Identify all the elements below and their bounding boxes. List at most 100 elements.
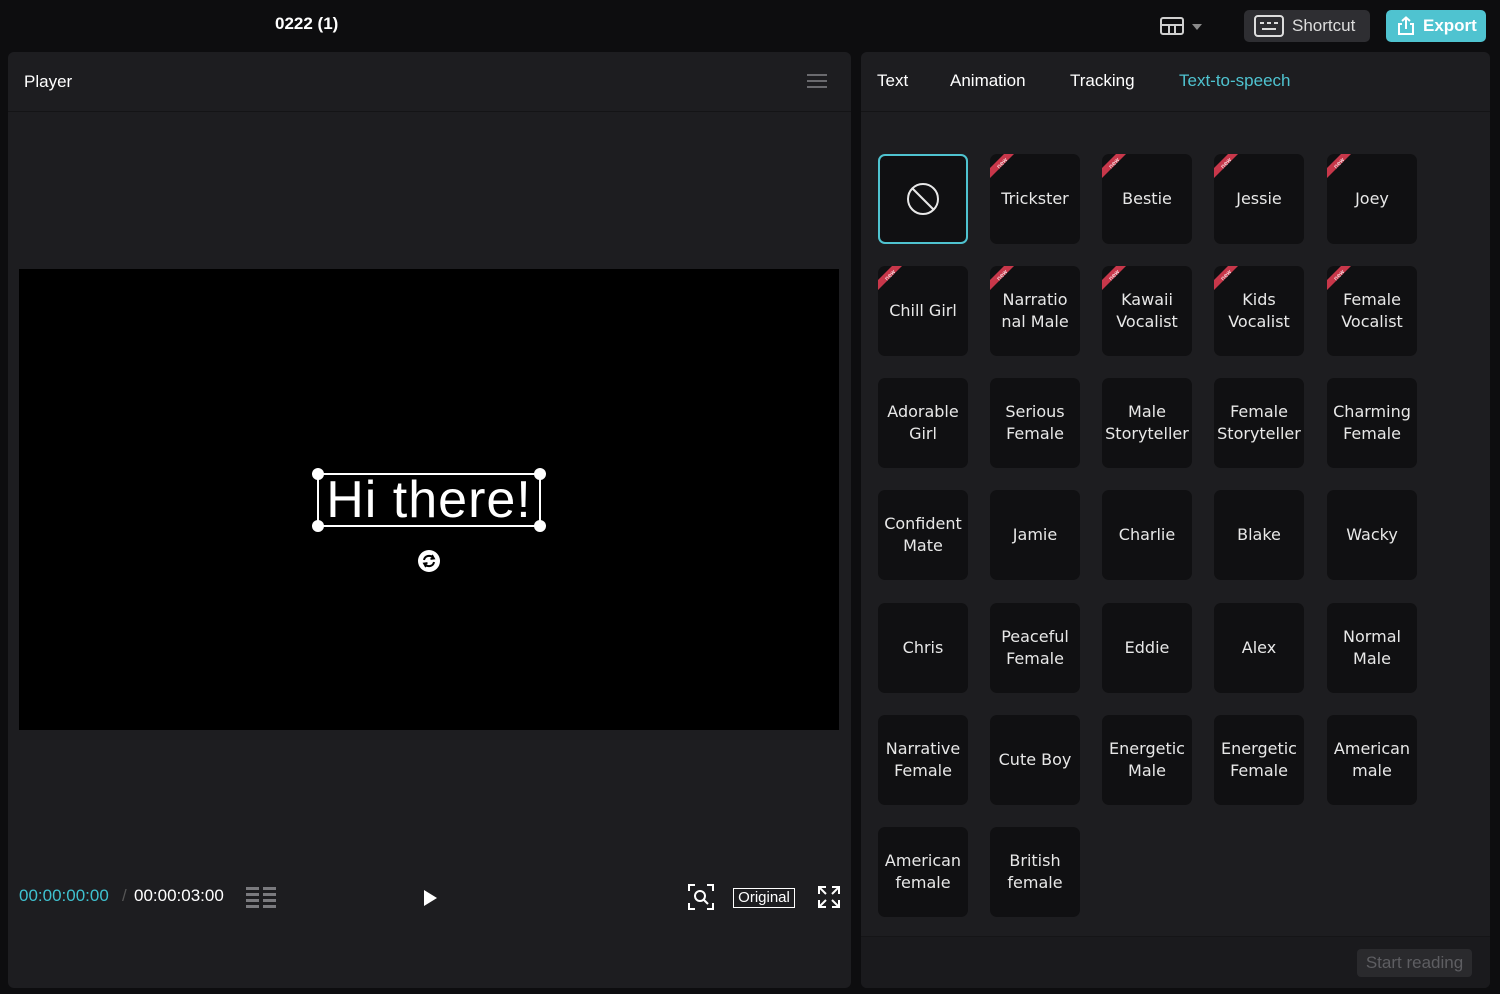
player-title: Player [24, 72, 73, 91]
resize-handle-bottom-right[interactable] [534, 520, 546, 532]
voice-card-alex[interactable]: Alex [1214, 603, 1304, 693]
voice-card-female-vocalist[interactable]: Female Vocalist new [1327, 266, 1417, 356]
voice-label: Charlie [1118, 525, 1176, 545]
voice-label: Charming Female [1333, 402, 1411, 443]
voice-label: Narrative Female [885, 739, 961, 780]
top-bar: 0222 (1) Shortcut Export [0, 0, 1500, 50]
voice-label: Alex [1241, 638, 1277, 658]
voice-label: Kids Vocalist [1228, 290, 1290, 331]
voice-card-chris[interactable]: Chris [878, 603, 968, 693]
voice-card-kawaii-vocalist[interactable]: Kawaii Vocalist new [1102, 266, 1192, 356]
new-badge: new [1102, 154, 1126, 178]
voice-label: Chill Girl [889, 301, 957, 321]
no-voice-icon [907, 183, 939, 215]
tab-tracking[interactable]: Tracking [1070, 71, 1135, 91]
resize-handle-top-right[interactable] [534, 468, 546, 480]
voice-card-american-male[interactable]: American male [1327, 715, 1417, 805]
current-time: 00:00:00:00 [19, 886, 109, 905]
voice-label: Trickster [1001, 189, 1069, 209]
voice-label: Normal Male [1343, 627, 1401, 668]
bottom-bar: Start reading [861, 936, 1490, 988]
export-button[interactable]: Export [1386, 10, 1486, 42]
resize-handle-bottom-left[interactable] [312, 520, 324, 532]
tab-text-to-speech[interactable]: Text-to-speech [1179, 71, 1291, 91]
video-canvas[interactable]: Hi there! [19, 269, 839, 730]
text-overlay-box[interactable]: Hi there! [312, 468, 546, 532]
player-panel: Player Hi there! 00:00:00:00 / 00:00:03:… [8, 52, 851, 988]
voice-label: Chris [902, 638, 944, 658]
shortcut-button[interactable]: Shortcut [1244, 10, 1370, 42]
voice-card-normal-male[interactable]: Normal Male [1327, 603, 1417, 693]
voice-label: Blake [1237, 525, 1281, 545]
voice-card-energetic-female[interactable]: Energetic Female [1214, 715, 1304, 805]
voice-card-jessie[interactable]: Jessie new [1214, 154, 1304, 244]
new-badge: new [1102, 266, 1126, 290]
new-badge: new [878, 266, 902, 290]
voice-card-female-storyteller[interactable]: Female Storyteller [1214, 378, 1304, 468]
voice-card-narrative-female[interactable]: Narrative Female [878, 715, 968, 805]
voice-label: Energetic Male [1109, 739, 1185, 780]
voice-label: Female Vocalist [1341, 290, 1403, 331]
voice-card-american-female[interactable]: American female [878, 827, 968, 917]
player-header: Player [8, 52, 851, 112]
voice-label: American female [884, 851, 962, 892]
original-ratio-button[interactable]: Original [733, 888, 795, 908]
new-badge: new [1214, 154, 1238, 178]
voice-card-confident-mate[interactable]: Confident Mate [878, 490, 968, 580]
play-icon[interactable] [420, 888, 440, 908]
voice-card-british-female[interactable]: British female [990, 827, 1080, 917]
voice-card-charlie[interactable]: Charlie [1102, 490, 1192, 580]
voice-card-eddie[interactable]: Eddie [1102, 603, 1192, 693]
voice-label: Jamie [1012, 525, 1058, 545]
voice-card-charming-female[interactable]: Charming Female [1327, 378, 1417, 468]
voice-label: Joey [1355, 189, 1389, 209]
voice-label: Serious Female [1005, 402, 1065, 443]
voice-card-wacky[interactable]: Wacky [1327, 490, 1417, 580]
voice-card-adorable-girl[interactable]: Adorable Girl [878, 378, 968, 468]
fullscreen-icon[interactable] [818, 886, 840, 908]
waveform-list-icon[interactable] [246, 886, 278, 908]
tab-text[interactable]: Text [877, 71, 908, 91]
layout-grid-icon [1160, 17, 1184, 35]
tab-bar: Text Animation Tracking Text-to-speech [861, 52, 1490, 112]
voice-card-chill-girl[interactable]: Chill Girl new [878, 266, 968, 356]
voice-card-cute-boy[interactable]: Cute Boy [990, 715, 1080, 805]
chevron-down-icon [1192, 24, 1202, 30]
voice-card-peaceful-female[interactable]: Peaceful Female [990, 603, 1080, 693]
voice-card-kids-vocalist[interactable]: Kids Vocalist new [1214, 266, 1304, 356]
voice-label: Male Storyteller [1105, 402, 1189, 443]
menu-icon[interactable] [807, 73, 827, 89]
voice-card-trickster[interactable]: Trickster new [990, 154, 1080, 244]
voice-card-energetic-male[interactable]: Energetic Male [1102, 715, 1192, 805]
resize-handle-top-left[interactable] [312, 468, 324, 480]
voice-card-none[interactable] [878, 154, 968, 244]
voice-label: Adorable Girl [887, 402, 959, 443]
total-time: 00:00:03:00 [134, 886, 224, 905]
shortcut-label: Shortcut [1292, 16, 1356, 35]
tab-animation[interactable]: Animation [950, 71, 1026, 91]
properties-panel: Text Animation Tracking Text-to-speech T… [861, 52, 1490, 988]
voice-card-joey[interactable]: Joey new [1327, 154, 1417, 244]
voice-card-narratio-nal-male[interactable]: Narratio nal Male new [990, 266, 1080, 356]
voice-card-serious-female[interactable]: Serious Female [990, 378, 1080, 468]
start-reading-button[interactable]: Start reading [1357, 949, 1472, 977]
voice-card-bestie[interactable]: Bestie new [1102, 154, 1192, 244]
voice-label: Kawaii Vocalist [1116, 290, 1178, 331]
voice-label: Female Storyteller [1217, 402, 1301, 443]
voice-label: Confident Mate [884, 514, 962, 555]
layout-button[interactable] [1160, 14, 1210, 38]
voice-label: Cute Boy [998, 750, 1072, 770]
voice-label: British female [1007, 851, 1063, 892]
voice-card-jamie[interactable]: Jamie [990, 490, 1080, 580]
keyboard-icon [1254, 15, 1284, 37]
rotate-icon[interactable] [417, 549, 441, 573]
voice-card-male-storyteller[interactable]: Male Storyteller [1102, 378, 1192, 468]
voice-label: Eddie [1124, 638, 1170, 658]
voice-label: Wacky [1346, 525, 1398, 545]
voice-card-blake[interactable]: Blake [1214, 490, 1304, 580]
zoom-focus-icon[interactable] [688, 884, 714, 910]
text-overlay[interactable]: Hi there! [319, 472, 539, 528]
new-badge: new [990, 266, 1014, 290]
export-label: Export [1423, 16, 1477, 35]
time-separator: / [122, 886, 127, 905]
